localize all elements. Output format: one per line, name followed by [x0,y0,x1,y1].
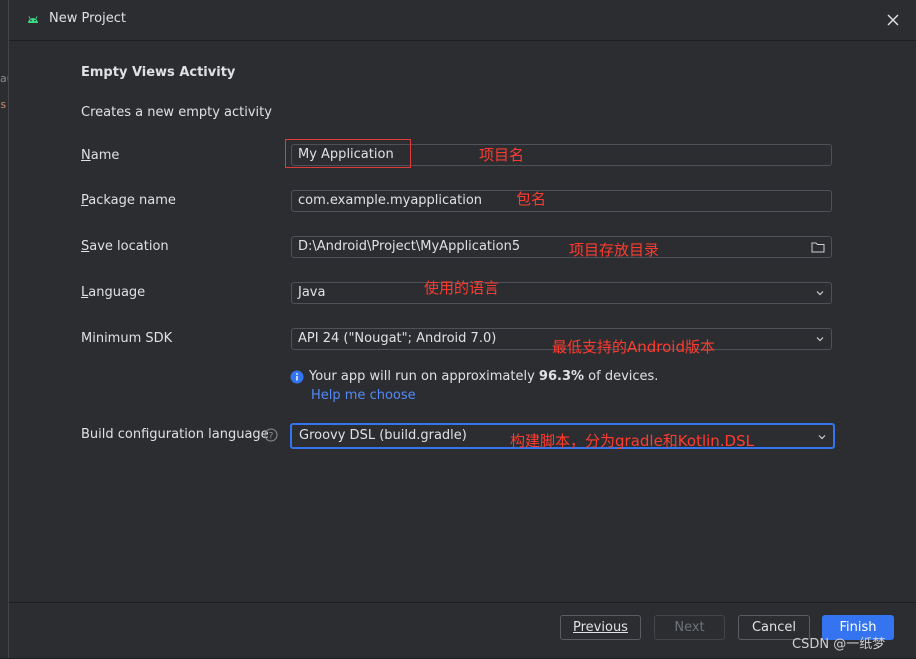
minimum-sdk-label: Minimum SDK [81,331,173,346]
minimum-sdk-value: API 24 ("Nougat"; Android 7.0) [298,331,497,346]
language-value: Java [298,285,326,300]
dialog-title: New Project [49,11,126,26]
title-bar: New Project [9,0,916,41]
coverage-percent: 96.3% [538,369,585,384]
language-label-rest: anguage [88,285,146,300]
watermark: CSDN @一纸梦 [792,637,886,652]
name-label: Name [81,148,120,163]
previous-button-label: Previous [573,620,628,635]
coverage-prefix: Your app will run on approximately [309,369,539,384]
template-description: Creates a new empty activity [81,105,272,120]
package-label-rest: ackage name [88,193,176,208]
save-location-label: Save location [81,239,169,254]
chevron-down-icon [816,291,824,296]
language-dropdown[interactable]: Java [291,282,832,304]
save-location-value: D:\Android\Project\MyApplication5 [298,239,521,254]
annotation-min-sdk: 最低支持的Android版本 [552,338,715,356]
chevron-down-icon [816,337,824,342]
new-project-dialog: New Project Empty Views Activity Creates… [8,0,916,658]
template-name: Empty Views Activity [81,65,236,80]
annotation-name: 项目名 [479,146,525,164]
annotation-save-location: 项目存放目录 [569,241,660,259]
build-config-label: Build configuration language [81,427,269,442]
close-icon[interactable] [883,10,903,30]
android-icon [28,16,38,23]
annotation-language: 使用的语言 [424,279,500,297]
language-label: Language [81,285,146,300]
name-label-rest: ame [90,148,120,163]
info-icon [290,370,304,384]
annotation-package: 包名 [516,190,547,208]
save-label-rest: ave location [89,239,169,254]
annotation-highlight-box [285,139,411,168]
folder-icon[interactable] [811,240,825,254]
coverage-suffix: of devices. [584,369,659,384]
help-me-choose-link[interactable]: Help me choose [311,388,416,403]
package-name-label: Package name [81,193,176,208]
next-button[interactable]: Next [654,615,725,640]
package-name-field[interactable]: com.example.myapplication [291,190,832,212]
chevron-down-icon [818,435,826,440]
annotation-build-config: 构建脚本，分为gradle和Kotlin.DSL [510,432,754,450]
save-location-field[interactable]: D:\Android\Project\MyApplication5 [291,236,832,258]
help-question-icon[interactable]: ? [264,428,278,442]
build-config-value: Groovy DSL (build.gradle) [299,428,467,443]
previous-button[interactable]: Previous [560,615,641,640]
device-coverage-text: Your app will run on approximately 96.3%… [309,369,658,384]
svg-text:?: ? [269,432,274,442]
